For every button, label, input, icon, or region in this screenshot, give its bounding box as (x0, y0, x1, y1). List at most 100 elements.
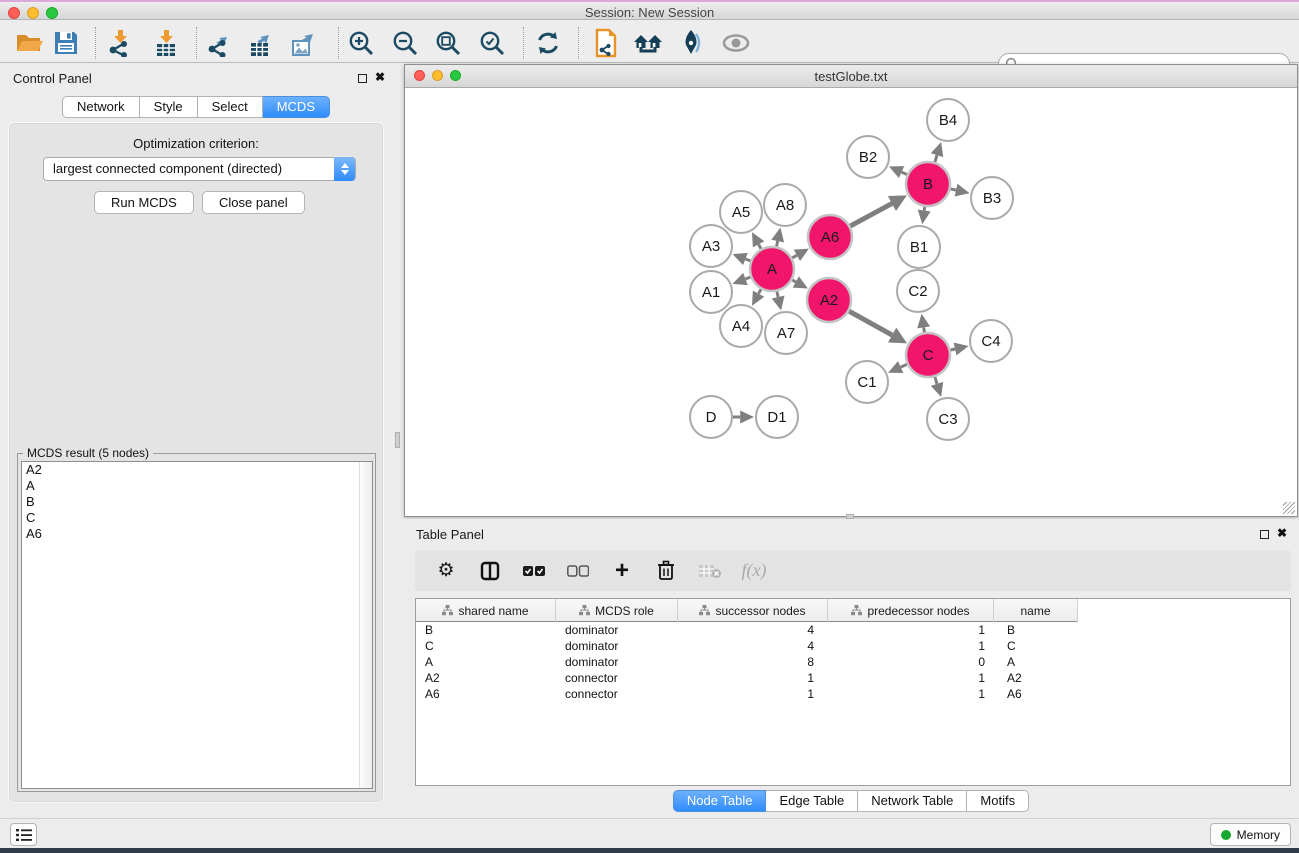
network-canvas[interactable]: AA1A2A3A4A5A6A7A8BB1B2B3B4CC1C2C3C4DD1 (405, 88, 1297, 516)
table-row[interactable]: Bdominator41B (416, 622, 1078, 638)
resize-grip[interactable] (1283, 502, 1295, 514)
table-cell[interactable]: A (416, 654, 556, 670)
column-header-name[interactable]: name (994, 599, 1078, 622)
split-divider-handle[interactable] (395, 432, 400, 448)
network-graph[interactable]: AA1A2A3A4A5A6A7A8BB1B2B3B4CC1C2C3C4DD1 (405, 88, 1297, 516)
gear-icon[interactable]: ⚙ (433, 558, 459, 584)
tab-network-table[interactable]: Network Table (858, 790, 967, 812)
table-cell[interactable]: A2 (994, 670, 1078, 686)
table-row[interactable]: A6connector11A6 (416, 686, 1078, 702)
edge-A-A1[interactable] (745, 277, 750, 279)
result-item[interactable]: C (22, 510, 372, 526)
tab-network[interactable]: Network (62, 96, 140, 118)
column-header-shared-name[interactable]: shared name (416, 599, 556, 622)
edge-A-A7[interactable] (777, 291, 778, 297)
tab-motifs[interactable]: Motifs (967, 790, 1029, 812)
network-window-titlebar[interactable]: testGlobe.txt (405, 65, 1297, 88)
refresh-layout-icon[interactable] (531, 26, 565, 60)
export-network-icon[interactable] (202, 26, 236, 60)
table-cell[interactable]: 1 (828, 622, 994, 638)
deselect-all-icon[interactable] (565, 558, 591, 584)
close-panel-button[interactable]: Close panel (202, 191, 305, 214)
column-header-MCDS-role[interactable]: MCDS role (556, 599, 678, 622)
table-cell[interactable]: A2 (416, 670, 556, 686)
edge-A-A2[interactable] (792, 280, 796, 282)
mcds-result-list[interactable]: A2ABCA6 (21, 461, 373, 789)
table-cell[interactable]: 8 (678, 654, 828, 670)
table-cell[interactable]: dominator (556, 622, 678, 638)
result-item[interactable]: A6 (22, 526, 372, 542)
float-panel-icon[interactable] (358, 74, 367, 83)
edge-A-A3[interactable] (745, 259, 750, 261)
table-cell[interactable]: A6 (416, 686, 556, 702)
edge-A-A6[interactable] (792, 255, 797, 258)
column-header-successor-nodes[interactable]: successor nodes (678, 599, 828, 622)
zoom-out-icon[interactable] (388, 26, 422, 60)
edge-C-C2[interactable] (924, 327, 925, 332)
tab-mcds[interactable]: MCDS (263, 96, 330, 118)
column-header-predecessor-nodes[interactable]: predecessor nodes (828, 599, 994, 622)
edge-A2-C[interactable] (849, 311, 892, 335)
zoom-selected-icon[interactable] (475, 26, 509, 60)
save-session-icon[interactable] (49, 26, 83, 60)
import-network-icon[interactable] (103, 26, 137, 60)
add-column-icon[interactable]: + (609, 558, 635, 584)
table-cell[interactable]: 1 (828, 670, 994, 686)
show-hide-icon[interactable] (719, 26, 753, 60)
table-row[interactable]: A2connector11A2 (416, 670, 1078, 686)
edge-A6-B[interactable] (850, 204, 892, 227)
open-file-icon[interactable] (12, 26, 46, 60)
tab-select[interactable]: Select (198, 96, 263, 118)
table-cell[interactable]: A6 (994, 686, 1078, 702)
export-image-icon[interactable] (287, 26, 321, 60)
zoom-fit-icon[interactable] (431, 26, 465, 60)
ndex-home-icon[interactable] (631, 26, 665, 60)
edge-B-B1[interactable] (924, 207, 925, 211)
table-cell[interactable]: 1 (828, 638, 994, 654)
import-table-icon[interactable] (149, 26, 183, 60)
edge-B-B3[interactable] (950, 189, 956, 190)
cyndex-icon[interactable] (589, 26, 623, 60)
table-cell[interactable]: dominator (556, 638, 678, 654)
result-item[interactable]: A (22, 478, 372, 494)
edge-A-A8[interactable] (777, 241, 778, 246)
criterion-select[interactable]: largest connected component (directed) (43, 157, 356, 181)
zoom-in-icon[interactable] (344, 26, 378, 60)
node-table[interactable]: shared nameMCDS rolesuccessor nodesprede… (415, 598, 1291, 786)
table-cell[interactable]: 1 (828, 686, 994, 702)
edge-B-B4[interactable] (935, 155, 937, 162)
table-cell[interactable]: B (416, 622, 556, 638)
table-cell[interactable]: 4 (678, 622, 828, 638)
close-panel-icon[interactable]: ✖ (1277, 526, 1287, 540)
table-cell[interactable]: connector (556, 670, 678, 686)
result-scrollbar[interactable] (359, 462, 372, 788)
table-cell[interactable]: C (994, 638, 1078, 654)
table-cell[interactable]: A (994, 654, 1078, 670)
tab-edge-table[interactable]: Edge Table (766, 790, 858, 812)
table-cell[interactable]: B (994, 622, 1078, 638)
memory-button[interactable]: Memory (1210, 823, 1291, 846)
tab-style[interactable]: Style (140, 96, 198, 118)
result-item[interactable]: A2 (22, 462, 372, 478)
tab-node-table[interactable]: Node Table (673, 790, 767, 812)
table-cell[interactable]: 1 (678, 670, 828, 686)
style-pen-icon[interactable] (674, 26, 708, 60)
table-row[interactable]: Adominator80A (416, 654, 1078, 670)
edge-C-C1[interactable] (901, 364, 907, 367)
edge-B-B2[interactable] (902, 172, 907, 174)
table-cell[interactable]: C (416, 638, 556, 654)
select-all-icon[interactable] (521, 558, 547, 584)
edge-C-C4[interactable] (950, 349, 955, 350)
result-item[interactable]: B (22, 494, 372, 510)
table-row[interactable]: Cdominator41C (416, 638, 1078, 654)
table-cell[interactable]: 1 (678, 686, 828, 702)
export-table-icon[interactable] (244, 26, 278, 60)
table-cell[interactable]: dominator (556, 654, 678, 670)
run-mcds-button[interactable]: Run MCDS (94, 191, 194, 214)
close-panel-icon[interactable]: ✖ (375, 70, 385, 84)
table-cell[interactable]: connector (556, 686, 678, 702)
table-cell[interactable]: 0 (828, 654, 994, 670)
table-cell[interactable]: 4 (678, 638, 828, 654)
edge-C-C3[interactable] (935, 377, 937, 384)
columns-icon[interactable] (477, 558, 503, 584)
